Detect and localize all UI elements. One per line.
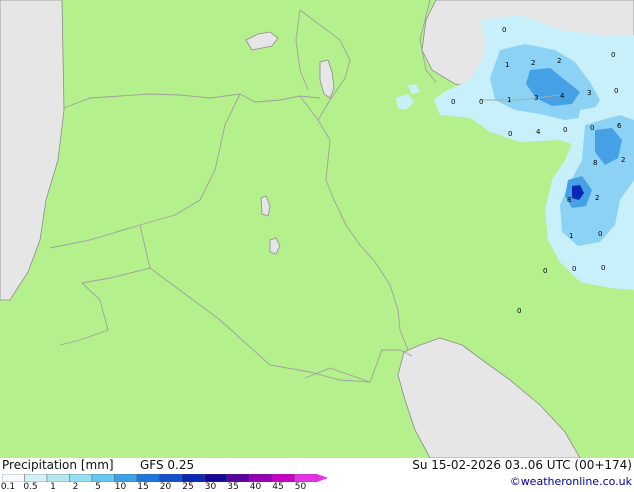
precip-label: 0 [601,264,605,272]
forecast-datetime: Su 15-02-2026 03..06 UTC (00+174) [412,458,632,472]
precip-label: 1 [569,232,573,240]
scale-tick-label: 10 [114,482,127,492]
scale-swatch [24,474,48,482]
scale-tick-label: 2 [72,482,79,492]
precip-label: 6 [617,122,622,130]
scale-tick-label: 0.1 [0,482,16,492]
scale-swatch [226,474,250,482]
scale-tick-label: 25 [182,482,194,492]
scale-swatch [114,474,138,482]
precip-label: 4 [536,128,541,136]
scale-swatch [159,474,183,482]
scale-swatch [271,474,295,482]
precipitation-map: 0 1 2 2 0 0 0 1 3 4 3 0 0 4 0 0 6 8 2 8 … [0,0,634,458]
precip-label: 0 [508,130,512,138]
scale-tick-label: 30 [204,482,217,492]
precip-label: 0 [563,126,567,134]
scale-tick-label: 50 [294,482,307,492]
precip-label: 0 [572,265,576,273]
precip-label: 0 [598,230,602,238]
legend-footer: Precipitation [mm] GFS 0.25 Su 15-02-202… [0,458,634,492]
scale-tick-label: 40 [249,482,262,492]
precip-label: 1 [505,61,509,69]
precip-label: 0 [614,87,618,95]
precip-label: 0 [590,124,594,132]
scale-tick-label: 5 [95,482,101,492]
precip-label: 2 [621,156,625,164]
scale-swatch [69,474,93,482]
credit-text: ©weatheronline.co.uk [509,475,632,488]
precip-label: 0 [502,26,506,34]
precip-label: 1 [507,96,511,104]
color-scale [2,474,328,482]
scale-swatch [181,474,205,482]
scale-tick-label: 35 [227,482,239,492]
scale-tick-label: 20 [159,482,172,492]
precip-label: 0 [517,307,521,315]
scale-swatch [294,474,318,482]
scale-swatch [46,474,70,482]
precip-label: 4 [560,92,565,100]
scale-tick-label: 45 [272,482,284,492]
scale-tick-label: 1 [50,482,56,492]
scale-swatch [249,474,273,482]
scale-arrow [317,474,328,482]
scale-swatch [204,474,228,482]
scale-swatch [2,474,25,482]
precip-label: 2 [595,194,599,202]
scale-tick-label: 0.5 [23,482,38,492]
precip-label: 8 [567,196,571,204]
precip-label: 8 [593,159,597,167]
precip-label: 3 [587,89,591,97]
precip-label: 0 [479,98,483,106]
precip-label: 2 [557,57,561,65]
precip-label: 3 [534,94,538,102]
scale-tick-label: 15 [137,482,149,492]
scale-swatch [91,474,115,482]
scale-swatch [136,474,160,482]
model-name: GFS 0.25 [140,458,195,472]
precip-label: 0 [451,98,455,106]
precip-label: 0 [611,51,615,59]
precip-label: 0 [543,267,547,275]
legend-title: Precipitation [mm] [2,458,114,472]
precip-label: 2 [531,59,535,67]
